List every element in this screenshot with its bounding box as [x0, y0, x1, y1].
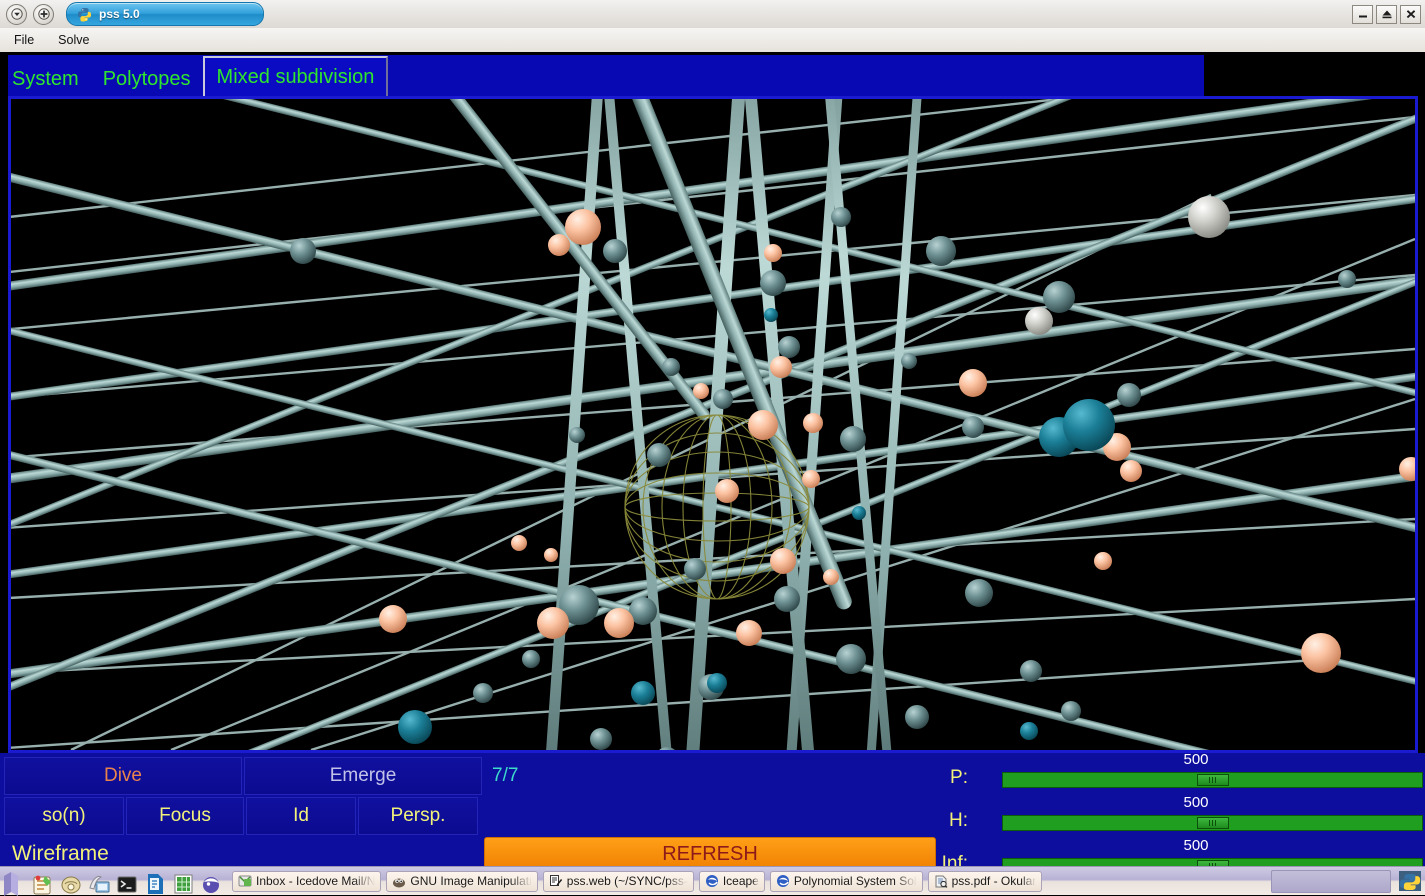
- level-counter: 7/7: [492, 765, 519, 786]
- task-button-okular[interactable]: pss.pdf - Okular: [927, 870, 1043, 892]
- browser-icon[interactable]: [198, 870, 224, 896]
- task-label: Inbox - Icedove Mail/N: [256, 874, 376, 888]
- 3d-scene: [11, 99, 1415, 750]
- menu-item-solve[interactable]: Solve: [48, 31, 99, 49]
- taskbar-empty-slot: [1271, 869, 1391, 893]
- slider-value-h: 500: [1183, 794, 1209, 811]
- spreadsheet-icon[interactable]: [170, 870, 196, 896]
- terminal-icon[interactable]: [114, 870, 140, 896]
- tab-mixed-subdivision[interactable]: Mixed subdivision: [202, 56, 389, 96]
- notes-icon[interactable]: [30, 870, 56, 896]
- slider-thumb-p[interactable]: [1196, 774, 1229, 786]
- 3d-viewport[interactable]: [8, 96, 1418, 753]
- close-icon[interactable]: [1400, 4, 1421, 24]
- task-label: Iceape: [722, 874, 759, 888]
- taskbar-right-tray: [1271, 868, 1425, 894]
- minimize-icon[interactable]: [1352, 4, 1373, 24]
- task-label: Polynomial System Sol: [793, 874, 917, 888]
- maximize-icon[interactable]: [1376, 4, 1397, 24]
- tab-system[interactable]: System: [0, 62, 91, 96]
- iceape-icon: [705, 874, 719, 888]
- task-button-iceape[interactable]: Iceape: [698, 870, 765, 892]
- slider-thumb-h[interactable]: [1196, 817, 1229, 829]
- slider-h[interactable]: [1002, 815, 1423, 831]
- document-icon[interactable]: [142, 870, 168, 896]
- slider-label-inf: Inf:: [941, 853, 968, 866]
- slider-inf[interactable]: [1002, 858, 1423, 866]
- kontact-icon[interactable]: [86, 870, 112, 896]
- window-title-pill[interactable]: pss 5.0: [66, 2, 264, 26]
- slider-row-h: H: 500: [940, 794, 1425, 834]
- refresh-button[interactable]: REFRESH: [484, 837, 936, 866]
- task-button-icedove[interactable]: Inbox - Icedove Mail/N: [232, 870, 382, 892]
- taskbar: Inbox - Icedove Mail/N GNU Image Manipul…: [0, 866, 1425, 896]
- tab-polytopes[interactable]: Polytopes: [91, 62, 203, 96]
- focus-button[interactable]: Focus: [126, 797, 244, 835]
- editor-icon: [549, 874, 563, 888]
- emerge-button[interactable]: Emerge: [244, 757, 482, 795]
- okular-icon: [934, 874, 948, 888]
- slider-value-p: 500: [1183, 753, 1209, 768]
- iceape-icon: [776, 874, 790, 888]
- task-button-polynomial-system-solver[interactable]: Polynomial System Sol: [769, 870, 923, 892]
- pager-icon[interactable]: [2, 870, 28, 896]
- wireframe-toggle[interactable]: Wireframe: [4, 837, 244, 866]
- window-title: pss 5.0: [99, 7, 140, 21]
- task-list: Inbox - Icedove Mail/N GNU Image Manipul…: [232, 870, 1271, 892]
- icedove-icon: [238, 874, 252, 888]
- task-button-pss-web[interactable]: pss.web (~/SYNC/pss-: [542, 870, 694, 892]
- task-label: GNU Image Manipulati: [410, 874, 532, 888]
- slider-label-p: P:: [950, 767, 968, 788]
- id-button[interactable]: Id: [246, 797, 356, 835]
- system-tray: [0, 867, 224, 896]
- python-icon: [77, 7, 92, 22]
- task-label: pss.web (~/SYNC/pss-: [566, 874, 688, 888]
- slider-value-inf: 500: [1183, 837, 1209, 854]
- slider-label-h: H:: [949, 810, 968, 831]
- task-label: pss.pdf - Okular: [951, 874, 1037, 888]
- slider-row-inf: Inf: 500: [940, 837, 1425, 866]
- tabstrip: System Polytopes Mixed subdivision: [0, 52, 1425, 96]
- menu-item-file[interactable]: File: [4, 31, 44, 49]
- python-tray-icon[interactable]: [1397, 868, 1423, 894]
- persp-button[interactable]: Persp.: [358, 797, 478, 835]
- slider-p[interactable]: [1002, 772, 1423, 788]
- window-shade-button[interactable]: [6, 3, 27, 25]
- window-titlebar: pss 5.0: [0, 0, 1425, 29]
- control-panel: Dive Emerge 7/7 so(n) Focus Id Persp. Wi…: [0, 753, 1425, 866]
- menubar: File Solve: [0, 28, 1425, 53]
- window-stick-button[interactable]: [33, 3, 54, 25]
- slider-row-p: P: 500: [940, 753, 1425, 791]
- gimp-icon: [392, 874, 406, 888]
- dive-button[interactable]: Dive: [4, 757, 242, 795]
- son-button[interactable]: so(n): [4, 797, 124, 835]
- task-button-gimp[interactable]: GNU Image Manipulati: [386, 870, 538, 892]
- clipboard-icon[interactable]: [58, 870, 84, 896]
- window-controls: [1352, 4, 1425, 24]
